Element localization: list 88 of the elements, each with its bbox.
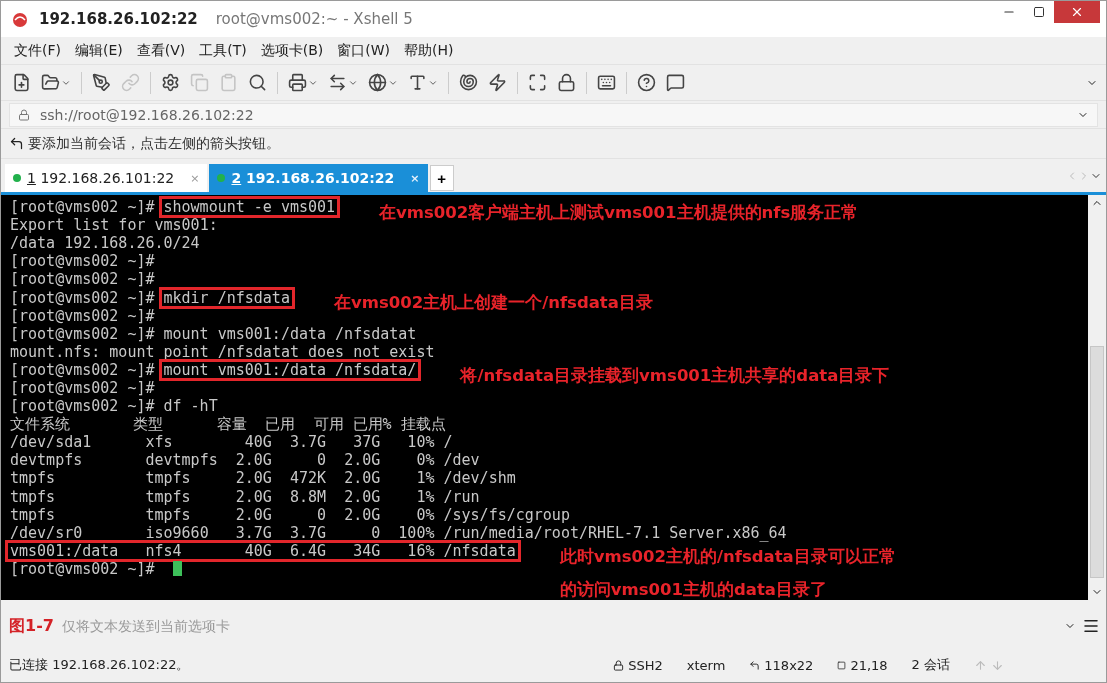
terminal-command: mkdir /nfsdata [158, 286, 295, 309]
terminal-type: xterm [686, 657, 726, 673]
menu-icon[interactable] [1082, 617, 1100, 635]
terminal-prompt: [root@vms002 ~]# [10, 252, 155, 271]
keyboard-icon [597, 73, 616, 92]
terminal[interactable] [1, 195, 1106, 600]
terminal-command: mount vms001:/data /nfsdatat [163, 324, 417, 343]
menu-item[interactable]: 工具(T) [194, 39, 252, 62]
font-icon [408, 73, 427, 92]
window-subtitle: root@vms002:~ - Xshell 5 [215, 10, 413, 28]
menu-item[interactable]: 查看(V) [131, 39, 191, 62]
terminal-prompt: [root@vms002 ~]# [10, 397, 155, 416]
status-dot [217, 174, 226, 182]
annotation-text: 在vms002客户端主机上测试vms001主机提供的nfs服务正常 [379, 202, 859, 224]
help-icon [637, 73, 656, 92]
terminal-command: mount vms001:/data /nfsdata/ [158, 358, 422, 381]
terminal-command: showmount -e vms001 [158, 196, 341, 219]
square-icon [837, 660, 847, 670]
hint-text: 要添加当前会话，点击左侧的箭头按钮。 [28, 134, 280, 153]
terminal-prompt: [root@vms002 ~]# [10, 288, 155, 307]
terminal-output: /data 192.168.26.0/24 [10, 234, 200, 253]
connection-status: 已连接 192.168.26.102:22。 [9, 656, 190, 674]
close-icon [1070, 5, 1084, 19]
lock-icon [613, 659, 625, 671]
terminal-prompt: [root@vms002 ~]# [10, 306, 155, 325]
pen-icon [92, 73, 111, 92]
tab-label: 1 192.168.26.101:22 [27, 170, 175, 186]
session-tab[interactable]: 2 192.168.26.102:22 × [209, 164, 428, 192]
arrow-icon[interactable] [9, 136, 24, 151]
session-tab[interactable]: 1 192.168.26.101:22 × [5, 164, 208, 192]
lock-icon [18, 108, 30, 121]
terminal-output: /dev/sda1 xfs 40G 3.7G 37G 10% / [10, 433, 453, 452]
terminal-prompt: [root@vms002 ~]# [10, 324, 155, 343]
address-bar[interactable]: ssh://root@192.168.26.102:22 [9, 102, 1098, 127]
annotation-text: 在vms002主机上创建一个/nfsdata目录 [333, 292, 653, 315]
cursor-position: 21,18 [850, 657, 888, 673]
annotation-text: 此时vms002主机的/nfsdata目录可以正常 [559, 545, 896, 568]
terminal-output: tmpfs tmpfs 2.0G 8.8M 2.0G 1% /run [10, 487, 480, 506]
terminal-output: tmpfs tmpfs 2.0G 0 2.0G 0% /sys/fs/cgroup [10, 505, 570, 524]
lock-icon [557, 73, 576, 92]
link-icon [121, 73, 140, 92]
terminal-output: devtmpfs devtmpfs 2.0G 0 2.0G 0% /dev [10, 451, 480, 470]
terminal-output: 文件系统 类型 容量 已用 可用 已用% 挂载点 [10, 414, 446, 434]
terminal-prompt: [root@vms002 ~]# [10, 379, 155, 397]
lightning-icon [488, 73, 507, 92]
folder-icon [41, 73, 60, 92]
clipboard-icon [219, 73, 238, 92]
copy-icon [190, 73, 209, 92]
window-title: 192.168.26.102:22 [39, 10, 198, 28]
terminal-output: tmpfs tmpfs 2.0G 472K 2.0G 1% /dev/shm [10, 469, 516, 488]
address-field[interactable]: ssh://root@192.168.26.102:22 [38, 105, 1069, 124]
fullscreen-icon [528, 73, 547, 92]
status-dot [13, 174, 21, 182]
terminal-output: vms001:/data nfs4 40G 6.4G 34G 16% /nfsdata [5, 539, 521, 562]
terminal-command: df -hT [163, 397, 218, 416]
protocol-status: SSH2 [628, 657, 663, 673]
maximize-icon [1033, 6, 1045, 18]
terminal-prompt: [root@vms002 ~]# [10, 360, 155, 379]
scrollbar[interactable] [1088, 195, 1106, 600]
menu-item[interactable]: 窗口(W) [332, 39, 396, 62]
terminal-prompt: [root@vms002 ~]# [10, 559, 155, 578]
terminal-prompt: [root@vms002 ~]# [10, 198, 155, 217]
printer-icon [288, 73, 307, 92]
terminal-output: mount.nfs: mount point /nfsdatat does not exist [10, 342, 435, 361]
app-logo-icon [11, 10, 29, 28]
figure-label: 图1-7 [9, 615, 54, 637]
transfer-icon [328, 73, 347, 92]
menu-item[interactable]: 编辑(E) [70, 39, 128, 62]
new-session-icon [12, 73, 31, 92]
menu-item[interactable]: 文件(F) [9, 39, 66, 62]
settings-icon [161, 73, 180, 92]
corner-arrow-icon [749, 659, 761, 671]
menu-item[interactable]: 选项卡(B) [255, 39, 329, 62]
terminal-size: 118x22 [764, 657, 814, 673]
search-icon [248, 73, 267, 92]
terminal-prompt: [root@vms002 ~]# [10, 270, 155, 289]
menu-item[interactable]: 帮助(H) [399, 39, 459, 62]
scrollbar-thumb[interactable] [1090, 346, 1104, 578]
session-count: 2 会话 [911, 656, 950, 674]
terminal-output: Export list for vms001: [10, 216, 218, 235]
globe-icon [368, 73, 387, 92]
tab-label: 2 192.168.26.102:22 [231, 170, 395, 186]
annotation-text: 的访问vms001主机的data目录了 [559, 578, 828, 600]
shell-icon [459, 73, 478, 92]
terminal-output: /dev/sr0 iso9660 3.7G 3.7G 0 100% /run/media/root/RHEL-7.1 Server.x86_64 [10, 523, 787, 542]
add-tab-button[interactable]: + [429, 165, 454, 191]
annotation-text: 将/nfsdata目录挂载到vms001主机共享的data目录下 [460, 364, 890, 387]
speech-bubble-icon [666, 73, 685, 92]
